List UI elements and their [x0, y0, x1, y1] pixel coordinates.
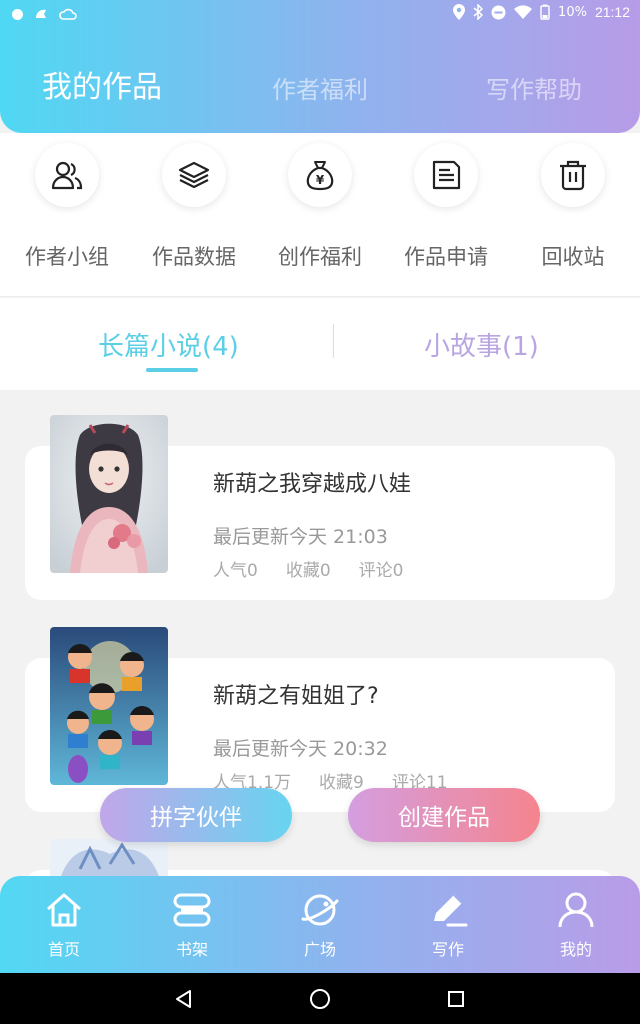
trash-icon: [560, 160, 586, 191]
app-header: 10% 21:12 我的作品 作者福利 写作帮助: [0, 0, 640, 133]
quick-actions: 作者小组 作品数据 ¥ 创作福利 作品申请 回收站: [0, 133, 640, 297]
stat-favorites: 收藏0: [285, 561, 331, 581]
money-bag-icon: ¥: [306, 161, 334, 191]
quick-action-label: 回收站: [541, 245, 605, 269]
bluetooth-icon: [473, 4, 484, 20]
header-tabs: 我的作品 作者福利 写作帮助: [0, 62, 640, 118]
tab-short-stories[interactable]: 小故事(1): [424, 326, 539, 363]
users-icon: [51, 161, 83, 190]
battery-icon: [540, 4, 550, 20]
quick-action-work-application[interactable]: 作品申请: [382, 143, 510, 271]
tab-author-benefits[interactable]: 作者福利: [272, 70, 368, 105]
location-icon: [453, 4, 466, 20]
nav-home[interactable]: 首页: [0, 890, 128, 960]
nav-plaza[interactable]: 广场: [256, 890, 384, 960]
status-bar: 10% 21:12: [0, 0, 640, 28]
nav-label: 我的: [559, 940, 592, 959]
category-tabs: 长篇小说(4) 小故事(1): [0, 298, 640, 390]
cover-illustration: [50, 839, 168, 879]
quick-action-recycle-bin[interactable]: 回收站: [509, 143, 637, 271]
app-notification-icon: [36, 9, 46, 18]
quick-action-label: 创作福利: [278, 245, 362, 269]
cloud-icon: [59, 8, 77, 20]
home-icon: [47, 893, 81, 927]
layers-icon: [178, 161, 210, 189]
quick-action-label: 作者小组: [25, 245, 109, 269]
do-not-disturb-icon: [491, 5, 506, 19]
planet-icon: [301, 894, 339, 926]
bottom-navigation: 首页 书架 广场 写作 我的: [0, 876, 640, 973]
work-stats: 人气0 收藏0 评论0: [213, 556, 403, 581]
quick-action-creation-benefits[interactable]: ¥ 创作福利: [256, 143, 384, 271]
back-icon[interactable]: [174, 989, 194, 1009]
user-icon: [558, 892, 594, 928]
work-cover[interactable]: [50, 627, 168, 785]
nav-write[interactable]: 写作: [384, 890, 512, 960]
home-button-icon[interactable]: [309, 988, 331, 1010]
status-time: 21:12: [594, 4, 630, 20]
work-title: 新葫之我穿越成八娃: [213, 472, 412, 497]
notification-dot-icon: [12, 8, 23, 20]
nav-label: 书架: [175, 940, 208, 959]
cover-illustration: [50, 627, 168, 785]
nav-label: 写作: [431, 940, 464, 959]
stat-popularity: 人气0: [213, 561, 258, 581]
stat-favorites: 收藏9: [319, 773, 364, 793]
quick-action-work-data[interactable]: 作品数据: [130, 143, 258, 271]
nav-label: 广场: [303, 940, 336, 959]
spelling-partner-button[interactable]: 拼字伙伴: [100, 788, 292, 842]
cover-illustration: [50, 415, 168, 573]
recents-icon[interactable]: [447, 990, 465, 1008]
bookshelf-icon: [173, 893, 211, 927]
pen-icon: [434, 894, 468, 927]
wifi-icon: [514, 5, 533, 19]
tab-writing-help[interactable]: 写作帮助: [486, 70, 582, 105]
svg-text:¥: ¥: [316, 173, 325, 187]
create-work-button[interactable]: 创建作品: [348, 788, 540, 842]
work-updated: 最后更新今天 20:32: [213, 738, 388, 760]
quick-action-label: 作品申请: [404, 245, 488, 269]
battery-percent: 10%: [558, 4, 587, 20]
nav-mine[interactable]: 我的: [512, 890, 640, 960]
work-updated: 最后更新今天 21:03: [213, 526, 388, 548]
document-icon: [432, 160, 461, 190]
tab-my-works[interactable]: 我的作品: [42, 62, 162, 106]
tab-divider: [333, 324, 334, 358]
system-navigation-bar: [0, 973, 640, 1024]
tab-long-novels[interactable]: 长篇小说(4): [98, 326, 239, 363]
quick-action-author-group[interactable]: 作者小组: [3, 143, 131, 271]
stat-comments: 评论0: [358, 561, 404, 581]
work-cover[interactable]: [50, 839, 168, 879]
quick-action-label: 作品数据: [152, 245, 236, 269]
nav-bookshelf[interactable]: 书架: [128, 890, 256, 960]
nav-label: 首页: [47, 940, 80, 959]
work-title: 新葫之有姐姐了?: [213, 684, 379, 709]
active-tab-indicator: [146, 368, 198, 372]
work-cover[interactable]: [50, 415, 168, 573]
